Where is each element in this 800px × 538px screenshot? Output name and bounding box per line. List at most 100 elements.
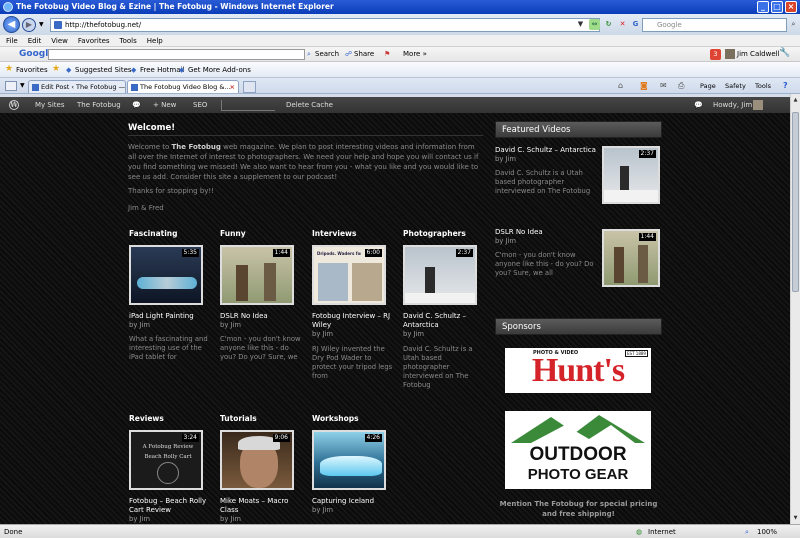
zoom-icon[interactable]: ⌕	[745, 528, 749, 537]
help-icon[interactable]: ?	[783, 81, 788, 90]
google-search-icon[interactable]: ⌕	[307, 50, 311, 59]
video-byline: by Jim	[220, 321, 242, 329]
scroll-up-icon[interactable]: ▲	[792, 96, 799, 104]
featured-thumb-2[interactable]: 1:44	[602, 229, 660, 287]
menu-help[interactable]: Help	[147, 37, 163, 45]
print-icon[interactable]: ⎙	[678, 81, 684, 91]
refresh-icon[interactable]: ↻	[603, 19, 614, 30]
video-thumb-dslr[interactable]: 1:44	[220, 245, 294, 305]
page-scrollbar[interactable]: ▲ ▼	[790, 94, 800, 524]
menu-edit[interactable]: Edit	[28, 37, 42, 45]
category-photographers[interactable]: Photographers	[403, 229, 466, 238]
search-icon[interactable]: ⌕	[788, 19, 799, 30]
suggested-sites-link[interactable]: Suggested Sites	[75, 66, 132, 74]
stats-sparkline[interactable]	[221, 100, 275, 111]
featured-thumb-1[interactable]: 2:37	[602, 146, 660, 204]
wp-delete-cache[interactable]: Delete Cache	[286, 101, 333, 109]
add-favorite-icon[interactable]: ★	[52, 64, 60, 74]
video-title-antarctica[interactable]: David C. Schultz – Antarctica	[403, 312, 488, 330]
wrench-icon[interactable]: 🔧	[779, 48, 790, 58]
address-bar[interactable]: http://thefotobug.net/	[50, 18, 600, 32]
google-search-button[interactable]: Search	[315, 50, 339, 58]
share-icon[interactable]: ☍	[345, 50, 352, 58]
wp-howdy[interactable]: Howdy, Jim	[713, 101, 752, 109]
tab-fotobug[interactable]: The Fotobug Video Blog &... ×	[127, 80, 239, 93]
video-thumb-antarctica[interactable]: 2:37	[403, 245, 477, 305]
back-button[interactable]: ◀	[3, 16, 20, 33]
quick-tabs-icon[interactable]	[5, 81, 17, 91]
forward-button[interactable]: ▶	[22, 18, 36, 32]
wordpress-logo-icon[interactable]: W	[9, 100, 19, 110]
video-thumb-macro[interactable]: 9:06	[220, 430, 294, 490]
category-reviews[interactable]: Reviews	[129, 414, 164, 423]
category-interviews[interactable]: Interviews	[312, 229, 356, 238]
home-icon[interactable]: ⌂	[618, 81, 623, 90]
featured-title-2[interactable]: DSLR No Idea	[495, 228, 543, 236]
category-tutorials[interactable]: Tutorials	[220, 414, 257, 423]
page-menu[interactable]: Page	[700, 82, 716, 90]
new-tab-button[interactable]	[243, 81, 256, 93]
google-search-input[interactable]	[48, 49, 305, 60]
iceberg-shape	[320, 456, 382, 476]
compatibility-icon[interactable]: ⇔	[589, 19, 600, 30]
share-button[interactable]: Share	[354, 50, 374, 58]
scroll-thumb[interactable]	[792, 112, 799, 292]
tab-list-dropdown-icon[interactable]: ▼	[20, 82, 25, 89]
category-workshops[interactable]: Workshops	[312, 414, 359, 423]
free-hotmail-link[interactable]: Free Hotmail	[140, 66, 184, 74]
wp-my-sites[interactable]: My Sites	[35, 101, 65, 109]
more-button[interactable]: More »	[403, 50, 427, 58]
notification-badge[interactable]: 3	[710, 49, 721, 60]
video-thumb-ipad[interactable]: 5:35	[129, 245, 203, 305]
feeds-icon[interactable]: ◙	[640, 81, 648, 90]
window-title: The Fotobug Video Blog & Ezine | The Fot…	[16, 2, 334, 11]
wp-comment-icon[interactable]: 💬	[694, 101, 703, 109]
zone-text: Internet	[648, 528, 676, 536]
search-provider-icon[interactable]: G	[630, 19, 641, 30]
wp-seo[interactable]: SEO	[193, 101, 207, 109]
translate-icon[interactable]: ⚑	[384, 50, 390, 58]
tools-menu[interactable]: Tools	[755, 82, 771, 90]
wp-avatar	[753, 100, 763, 110]
video-title-review[interactable]: Fotobug – Beach Rolly Cart Review	[129, 497, 214, 515]
video-thumb-iceland[interactable]: 4:26	[312, 430, 386, 490]
safety-menu[interactable]: Safety	[725, 82, 746, 90]
featured-title-1[interactable]: David C. Schultz – Antarctica	[495, 146, 596, 154]
category-fascinating[interactable]: Fascinating	[129, 229, 178, 238]
minimize-button[interactable]: _	[757, 1, 769, 13]
favorites-button[interactable]: Favorites	[16, 66, 48, 74]
video-title-dslr[interactable]: DSLR No Idea	[220, 312, 305, 321]
browser-search-input[interactable]: Google	[642, 18, 787, 32]
google-user-name[interactable]: Jim Caldwell	[737, 50, 780, 58]
video-title-iceland[interactable]: Capturing Iceland	[312, 497, 397, 506]
welcome-text-prefix: Welcome to	[128, 143, 172, 151]
history-dropdown-icon[interactable]: ▼	[39, 21, 44, 28]
video-thumb-review[interactable]: A Fotobug Review Beach Rolly Cart 3:24	[129, 430, 203, 490]
maximize-button[interactable]: □	[771, 1, 783, 13]
address-row: ◀ ▶ ▼ http://thefotobug.net/ ▼ ⇔ ↻ ✕ G G…	[0, 14, 800, 35]
wp-new[interactable]: + New	[153, 101, 176, 109]
address-dropdown-icon[interactable]: ▼	[575, 19, 586, 30]
video-title-macro[interactable]: Mike Moats – Macro Class	[220, 497, 305, 515]
comments-icon[interactable]: 💬	[132, 101, 141, 109]
close-button[interactable]: ×	[785, 1, 797, 13]
tab-close-icon[interactable]: ×	[230, 81, 235, 93]
zoom-level[interactable]: 100%	[757, 528, 777, 536]
menu-tools[interactable]: Tools	[120, 37, 137, 45]
video-title-ipad[interactable]: iPad Light Painting	[129, 312, 214, 321]
scroll-down-icon[interactable]: ▼	[792, 514, 799, 522]
menu-view[interactable]: View	[51, 37, 68, 45]
outdoor-photo-gear-ad[interactable]: OUTDOOR PHOTO GEAR	[505, 411, 651, 489]
person-figure	[614, 247, 624, 283]
menu-file[interactable]: File	[6, 37, 18, 45]
get-addons-link[interactable]: Get More Add-ons	[188, 66, 251, 74]
stop-icon[interactable]: ✕	[617, 19, 628, 30]
menu-favorites[interactable]: Favorites	[78, 37, 110, 45]
hunts-ad[interactable]: PHOTO & VIDEO EST 1889 Hunt's	[505, 348, 651, 393]
wp-site-name[interactable]: The Fotobug	[77, 101, 121, 109]
video-title-interview[interactable]: Fotobug Interview – RJ Wiley	[312, 312, 397, 330]
category-funny[interactable]: Funny	[220, 229, 246, 238]
mail-icon[interactable]: ✉	[660, 81, 667, 90]
tab-edit-post[interactable]: Edit Post ‹ The Fotobug — W...	[28, 80, 126, 93]
video-thumb-interview[interactable]: Dripods. Waders for your... 6:00	[312, 245, 386, 305]
